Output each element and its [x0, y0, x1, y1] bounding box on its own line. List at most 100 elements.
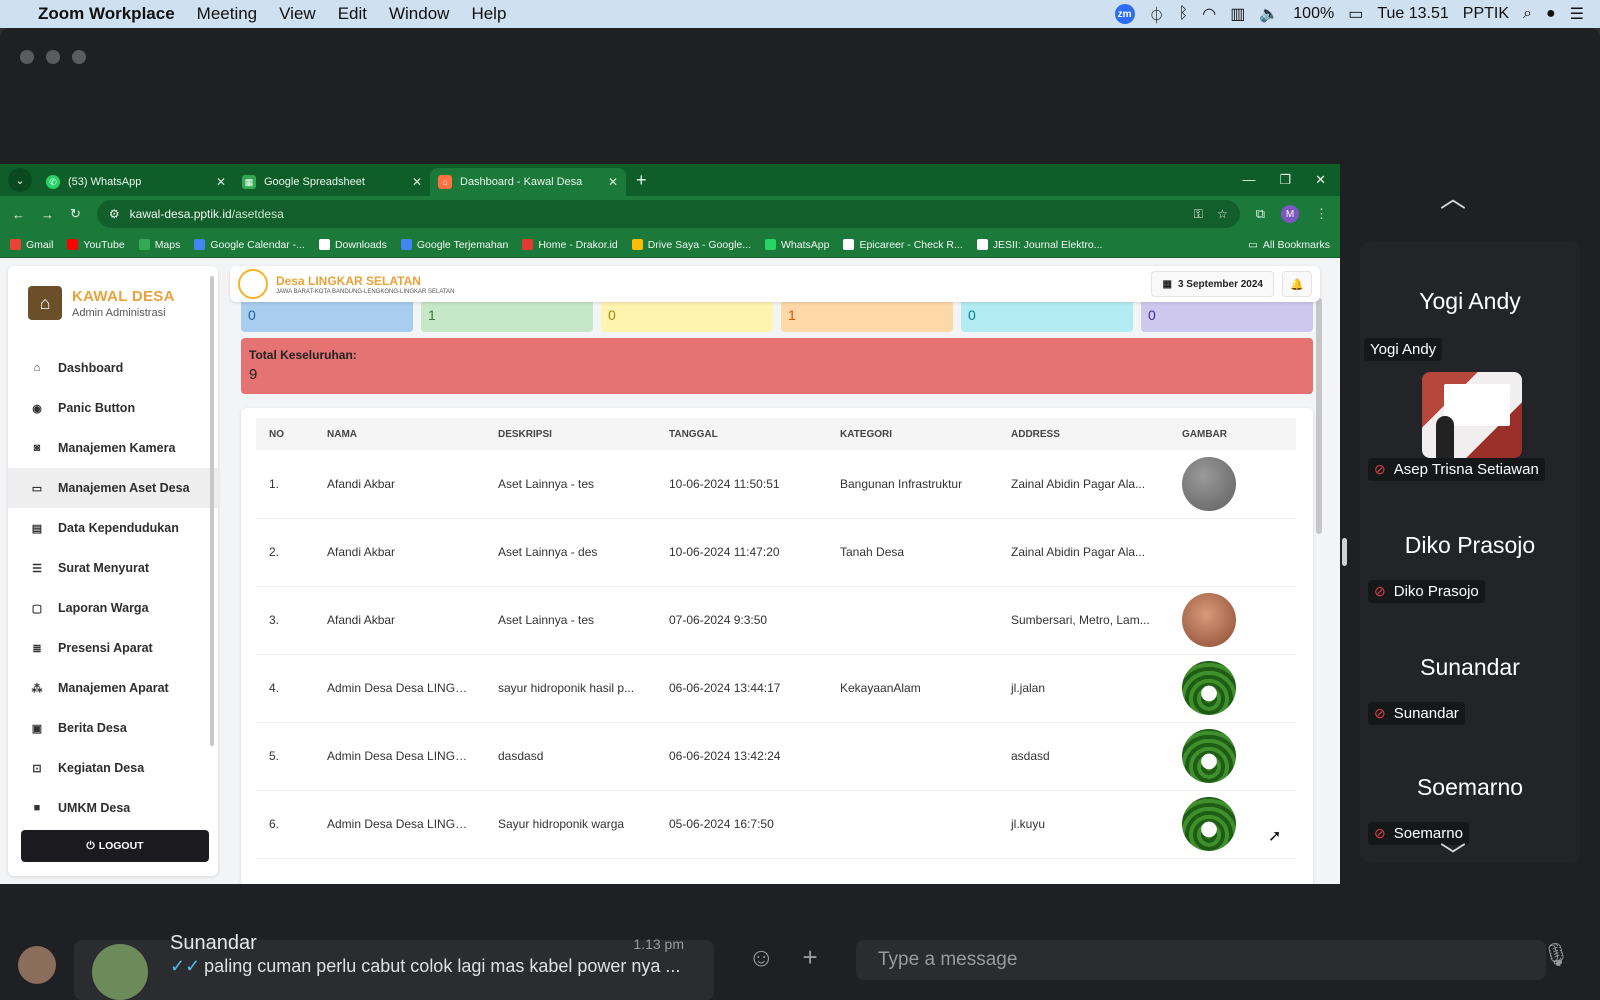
battery-icon[interactable]: ▭ — [1348, 4, 1363, 24]
column-header[interactable]: DESKRIPSI — [485, 418, 656, 450]
column-header[interactable]: TANGGAL — [656, 418, 827, 450]
close-icon[interactable]: ✕ — [216, 175, 226, 189]
asset-thumbnail[interactable] — [1182, 525, 1236, 579]
wifi-icon[interactable]: ◠ — [1202, 4, 1216, 24]
table-row[interactable]: 6. Admin Desa Desa LINGK... Sayur hidropon… — [256, 790, 1296, 859]
participant-label[interactable]: ⊘ Asep Trisna Setiawan — [1368, 458, 1545, 481]
close-icon[interactable]: ✕ — [412, 175, 422, 189]
sidebar-item[interactable]: ⊡ Kegiatan Desa — [8, 748, 218, 788]
back-icon[interactable]: ← — [12, 207, 25, 222]
split-resize-handle[interactable] — [1342, 538, 1347, 566]
tab-search-icon[interactable]: ⌄ — [8, 168, 32, 192]
column-header[interactable]: ADDRESS — [998, 418, 1169, 450]
menubar-user[interactable]: PPTIK — [1463, 5, 1509, 23]
address-bar[interactable]: ⚙ kawal-desa.pptik.id/asetdesa ⚿ ☆ — [96, 200, 1240, 228]
scroll-down-chevron-icon[interactable]: ﹀ — [1440, 836, 1466, 873]
tab-whatsapp[interactable]: ✆ (53) WhatsApp ✕ — [38, 168, 234, 196]
menu-help[interactable]: Help — [471, 4, 506, 24]
forward-icon[interactable]: → — [41, 207, 54, 222]
restore-icon[interactable]: ❐ — [1279, 172, 1291, 188]
close-icon[interactable]: ✕ — [608, 175, 618, 189]
site-info-icon[interactable]: ⚙ — [109, 207, 120, 221]
bookmark-item[interactable]: Google Terjemahan — [400, 239, 508, 251]
sidebar-item[interactable]: ⌂ Dashboard — [8, 348, 218, 388]
asset-thumbnail[interactable] — [1182, 729, 1236, 783]
minimize-window-button[interactable] — [46, 50, 60, 64]
menu-meeting[interactable]: Meeting — [197, 4, 257, 24]
siri-icon[interactable]: ● — [1546, 5, 1556, 23]
search-icon[interactable]: ⌕ — [1523, 5, 1532, 23]
bookmark-star-icon[interactable]: ☆ — [1217, 207, 1228, 222]
minimize-icon[interactable]: — — [1242, 172, 1255, 188]
table-row[interactable]: 3. Afandi Akbar Aset Lainnya - tes 07-06-20… — [256, 586, 1296, 655]
menubar-app-name[interactable]: Zoom Workplace — [38, 4, 175, 24]
date-chip[interactable]: ▦ 3 September 2024 — [1151, 271, 1274, 297]
menu-view[interactable]: View — [279, 4, 316, 24]
sidebar-item[interactable]: ≣ Presensi Aparat — [8, 628, 218, 668]
control-center-icon[interactable]: ☰ — [1570, 4, 1584, 24]
asset-thumbnail[interactable] — [1182, 593, 1236, 647]
extensions-icon[interactable]: ⧉ — [1256, 206, 1265, 222]
asset-thumbnail[interactable] — [1182, 797, 1236, 851]
close-icon[interactable]: ✕ — [1315, 172, 1326, 188]
sidebar-item[interactable]: ▣ Berita Desa — [8, 708, 218, 748]
sidebar-item[interactable]: ◉ Panic Button — [8, 388, 218, 428]
profile-avatar[interactable]: M — [1281, 205, 1299, 223]
logout-button[interactable]: ⏻ LOGOUT — [21, 830, 209, 862]
main-scrollbar[interactable] — [1316, 298, 1322, 534]
close-window-button[interactable] — [20, 50, 34, 64]
attach-icon[interactable]: + — [803, 942, 818, 973]
bookmark-item[interactable]: Gmail — [10, 239, 53, 251]
bookmark-item[interactable]: Downloads — [318, 239, 387, 251]
all-bookmarks-button[interactable]: ▭ All Bookmarks — [1248, 239, 1330, 251]
maximize-window-button[interactable] — [72, 50, 86, 64]
emoji-icon[interactable]: ☺ — [748, 942, 775, 973]
column-header[interactable]: GAMBAR — [1169, 418, 1296, 450]
table-row[interactable]: 2. Afandi Akbar Aset Lainnya - des 10-06-20… — [256, 518, 1296, 587]
participant-video[interactable] — [1422, 372, 1522, 458]
menu-window[interactable]: Window — [389, 4, 449, 24]
participant-label[interactable]: ⊘ Sunandar — [1368, 702, 1465, 725]
asset-thumbnail[interactable] — [1182, 456, 1236, 511]
sidebar-item[interactable]: ▭ Manajemen Aset Desa — [8, 468, 218, 508]
bookmark-item[interactable]: Drive Saya - Google... — [631, 239, 751, 251]
microphone-icon[interactable]: 🎙 — [1542, 942, 1570, 968]
scroll-up-chevron-icon[interactable]: ︿ — [1440, 178, 1466, 215]
bookmark-item[interactable]: Google Calendar -... — [194, 239, 305, 251]
asset-thumbnail[interactable] — [1182, 661, 1236, 715]
sidebar-item[interactable]: ☰ Surat Menyurat — [8, 548, 218, 588]
table-row[interactable]: 5. Admin Desa Desa LINGK... dasdasd 06-06-2… — [256, 722, 1296, 791]
column-header[interactable]: NO — [256, 418, 314, 450]
volume-icon[interactable]: 🔈 — [1259, 4, 1279, 24]
bookmark-item[interactable]: JESII: Journal Elektro... — [976, 239, 1102, 251]
chat-message-card[interactable]: Sunandar 1.13 pm ✓✓ paling cuman perlu ca… — [74, 932, 714, 1000]
tab-google-spreadsheet[interactable]: ▦ Google Spreadsheet ✕ — [234, 168, 430, 196]
participant-label[interactable]: ⊘ Diko Prasojo — [1368, 580, 1485, 603]
bookmark-item[interactable]: Home - Drakor.id — [522, 239, 618, 251]
column-header[interactable]: KATEGORI — [827, 418, 998, 450]
accessibility-icon[interactable]: ⏀ — [1149, 2, 1165, 26]
zoom-status-icon[interactable]: zm — [1114, 4, 1135, 24]
bookmark-item[interactable]: YouTube — [67, 239, 125, 251]
table-row[interactable]: 4. Admin Desa Desa LINGK... sayur hidropon… — [256, 654, 1296, 723]
bookmark-item[interactable]: WhatsApp — [765, 239, 829, 251]
more-menu-icon[interactable]: ⋮ — [1315, 206, 1328, 222]
message-input[interactable]: Type a message — [856, 940, 1546, 980]
keyboard-icon[interactable]: ▥ — [1230, 4, 1245, 24]
column-header[interactable]: NAMA — [314, 418, 485, 450]
sidebar-item[interactable]: ▢ Laporan Warga — [8, 588, 218, 628]
url-text[interactable]: kawal-desa.pptik.id/asetdesa — [130, 207, 284, 221]
reload-icon[interactable]: ↻ — [70, 206, 81, 222]
bookmark-item[interactable]: Maps — [138, 239, 180, 251]
sidebar-item[interactable]: ■ UMKM Desa — [8, 788, 218, 828]
tab-kawal-desa[interactable]: ⌂ Dashboard - Kawal Desa ✕ — [430, 168, 626, 196]
table-row[interactable]: 1. Afandi Akbar Aset Lainnya - tes 10-06-20… — [256, 450, 1296, 519]
notification-bell-icon[interactable]: 🔔 — [1282, 271, 1312, 297]
sidebar-item[interactable]: ◙ Manajemen Kamera — [8, 428, 218, 468]
bluetooth-icon[interactable]: ᛒ — [1179, 5, 1189, 23]
new-tab-button[interactable]: + — [626, 170, 657, 196]
sidebar-item[interactable]: ▤ Data Kependudukan — [8, 508, 218, 548]
sidebar-scrollbar[interactable] — [210, 276, 214, 746]
participant-label[interactable]: Yogi Andy — [1364, 338, 1443, 361]
bookmark-item[interactable]: Epicareer - Check R... — [843, 239, 963, 251]
